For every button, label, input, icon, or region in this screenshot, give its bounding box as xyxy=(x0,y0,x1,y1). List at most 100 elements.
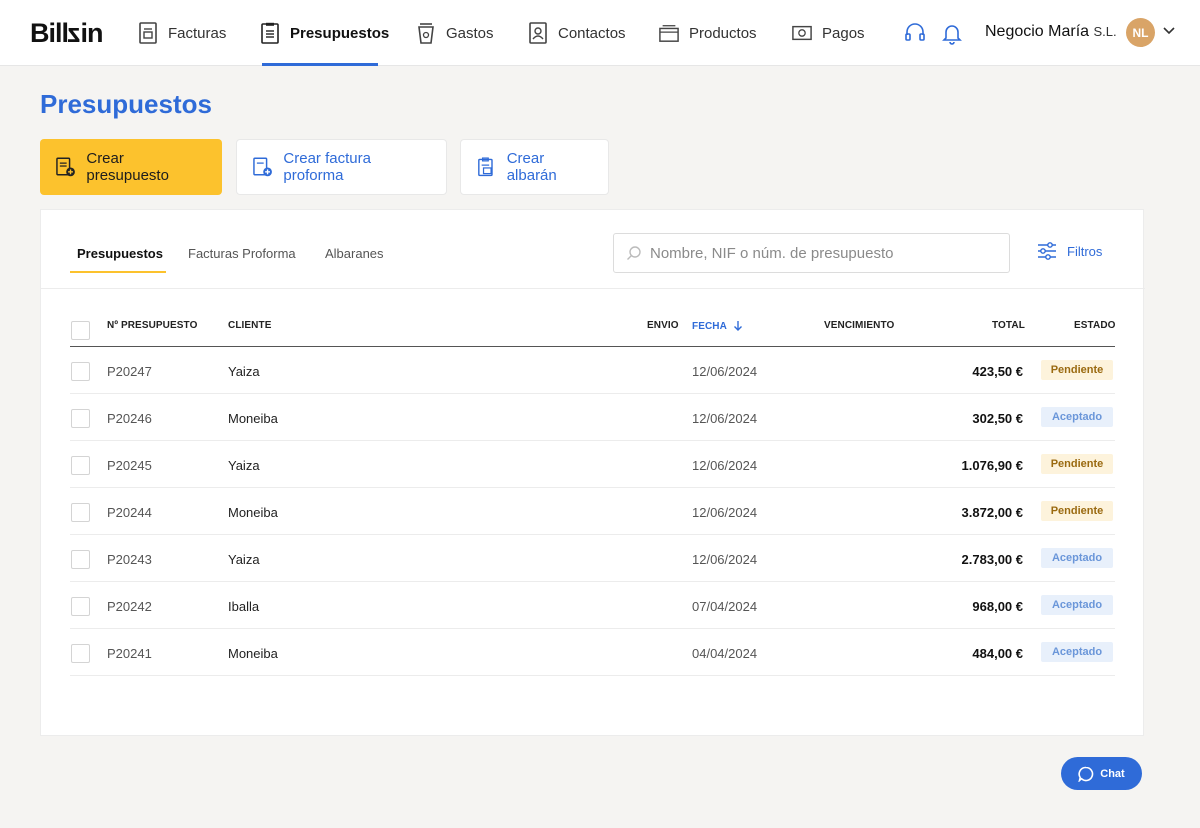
col-header-vencimiento[interactable]: VENCIMIENTO xyxy=(824,320,894,331)
client-name: Iballa xyxy=(228,599,260,614)
chevron-down-icon[interactable] xyxy=(1162,24,1176,38)
budget-total: 423,50 € xyxy=(972,364,1023,379)
nav-pagos[interactable]: Pagos xyxy=(792,0,865,66)
arrow-down-icon xyxy=(734,321,743,331)
budget-number[interactable]: P20246 xyxy=(107,411,152,426)
company-name[interactable]: Negocio María S.L. xyxy=(985,23,1117,41)
status-badge: Aceptado xyxy=(1041,595,1113,615)
chat-button[interactable]: Chat xyxy=(1061,757,1142,790)
row-checkbox[interactable] xyxy=(71,409,90,428)
select-all-checkbox[interactable] xyxy=(71,321,90,340)
budget-total: 302,50 € xyxy=(972,411,1023,426)
budget-number[interactable]: P20242 xyxy=(107,599,152,614)
filters-label: Filtros xyxy=(1067,243,1103,259)
row-checkbox[interactable] xyxy=(71,503,90,522)
nav-label: Pagos xyxy=(822,24,865,42)
budget-date: 12/06/2024 xyxy=(692,411,758,426)
new-budget-icon xyxy=(56,157,75,177)
box-icon xyxy=(659,25,679,42)
create-proforma-button[interactable]: Crear factura proforma xyxy=(236,139,447,195)
create-budget-button[interactable]: Crear presupuesto xyxy=(40,139,222,195)
status-badge: Aceptado xyxy=(1041,548,1113,568)
nav-label: Gastos xyxy=(446,24,494,42)
client-name: Yaiza xyxy=(228,364,260,379)
nav-contactos[interactable]: Contactos xyxy=(528,0,626,66)
budget-date: 12/06/2024 xyxy=(692,364,758,379)
table-row[interactable]: P20242 Iballa 07/04/2024 968,00 € Aceptado xyxy=(70,582,1115,629)
delivery-note-icon xyxy=(478,157,493,177)
table-row[interactable]: P20246 Moneiba 12/06/2024 302,50 € Aceptado xyxy=(70,394,1115,441)
tab-presupuestos[interactable]: Presupuestos xyxy=(77,246,163,261)
nav-label: Presupuestos xyxy=(290,24,390,42)
contacts-icon xyxy=(529,22,547,44)
budget-total: 1.076,90 € xyxy=(961,458,1023,473)
col-header-client[interactable]: CLIENTE xyxy=(228,320,271,331)
cup-icon xyxy=(418,23,434,44)
nav-label: Facturas xyxy=(168,24,227,42)
nav-facturas[interactable]: Facturas xyxy=(138,0,226,66)
table-row[interactable]: P20245 Yaiza 12/06/2024 1.076,90 € Pendiente xyxy=(70,441,1115,488)
budget-number[interactable]: P20244 xyxy=(107,505,152,520)
page-title: Presupuestos xyxy=(40,89,212,119)
table-row[interactable]: P20244 Moneiba 12/06/2024 3.872,00 € Pendien… xyxy=(70,488,1115,535)
create-budget-label: Crear presupuesto xyxy=(86,150,169,184)
client-name: Moneiba xyxy=(228,411,278,426)
row-checkbox[interactable] xyxy=(71,644,90,663)
active-nav-indicator xyxy=(262,63,378,66)
client-name: Moneiba xyxy=(228,505,278,520)
billin-logo[interactable]: Billzin xyxy=(30,18,104,49)
chat-bubble-icon xyxy=(1078,766,1094,782)
col-header-envio[interactable]: ENVIO xyxy=(647,320,679,331)
tab-facturas-proforma[interactable]: Facturas Proforma xyxy=(188,246,296,261)
invoice-icon xyxy=(139,22,157,44)
create-delivery-note-button[interactable]: Crear albarán xyxy=(460,139,609,195)
top-navigation: Billzin Facturas Presupuestos Gastos Con… xyxy=(0,0,1200,66)
col-header-fecha-label: FECHA xyxy=(692,321,727,332)
budgets-panel: Presupuestos Facturas Proforma Albaranes… xyxy=(40,209,1145,736)
avatar[interactable]: NL xyxy=(1126,18,1155,47)
budget-number[interactable]: P20247 xyxy=(107,364,152,379)
budget-icon xyxy=(261,22,279,44)
budget-date: 04/04/2024 xyxy=(692,646,758,661)
budget-date: 12/06/2024 xyxy=(692,458,758,473)
table-row[interactable]: P20243 Yaiza 12/06/2024 2.783,00 € Aceptado xyxy=(70,535,1115,582)
filters-button[interactable]: Filtros xyxy=(1037,242,1102,260)
bell-icon[interactable] xyxy=(940,21,964,45)
table-row[interactable]: P20241 Moneiba 04/04/2024 484,00 € Aceptado xyxy=(70,629,1115,676)
create-proforma-label: Crear factura proforma xyxy=(283,150,371,184)
col-header-fecha[interactable]: FECHA xyxy=(692,320,743,332)
headset-icon[interactable] xyxy=(903,21,927,45)
money-icon xyxy=(792,25,812,41)
budget-number[interactable]: P20245 xyxy=(107,458,152,473)
table-row[interactable]: P20247 Yaiza 12/06/2024 423,50 € Pendiente xyxy=(70,347,1115,394)
nav-label: Contactos xyxy=(558,24,626,42)
budget-total: 2.783,00 € xyxy=(961,552,1023,567)
row-checkbox[interactable] xyxy=(71,597,90,616)
company-suffix: S.L. xyxy=(1093,24,1117,39)
chat-label: Chat xyxy=(1100,767,1125,780)
col-header-total[interactable]: TOTAL xyxy=(992,320,1025,331)
budget-total: 484,00 € xyxy=(972,646,1023,661)
nav-gastos[interactable]: Gastos xyxy=(416,0,494,66)
status-badge: Aceptado xyxy=(1041,642,1113,662)
row-checkbox[interactable] xyxy=(71,456,90,475)
budget-total: 3.872,00 € xyxy=(961,505,1023,520)
client-name: Moneiba xyxy=(228,646,278,661)
col-header-estado[interactable]: ESTADO xyxy=(1074,320,1116,331)
search-box[interactable] xyxy=(613,233,1010,273)
search-input[interactable] xyxy=(650,244,990,262)
nav-productos[interactable]: Productos xyxy=(659,0,757,66)
status-badge: Aceptado xyxy=(1041,407,1113,427)
budget-date: 12/06/2024 xyxy=(692,552,758,567)
new-proforma-icon xyxy=(253,157,272,177)
nav-presupuestos[interactable]: Presupuestos xyxy=(260,0,389,66)
tab-albaranes[interactable]: Albaranes xyxy=(325,246,384,261)
row-checkbox[interactable] xyxy=(71,362,90,381)
budget-number[interactable]: P20241 xyxy=(107,646,152,661)
budget-number[interactable]: P20243 xyxy=(107,552,152,567)
col-header-number[interactable]: Nº PRESUPUESTO xyxy=(107,320,197,331)
row-checkbox[interactable] xyxy=(71,550,90,569)
create-delivery-note-label: Crear albarán xyxy=(506,150,557,184)
company-name-text: Negocio María xyxy=(985,23,1090,40)
budget-date: 07/04/2024 xyxy=(692,599,758,614)
